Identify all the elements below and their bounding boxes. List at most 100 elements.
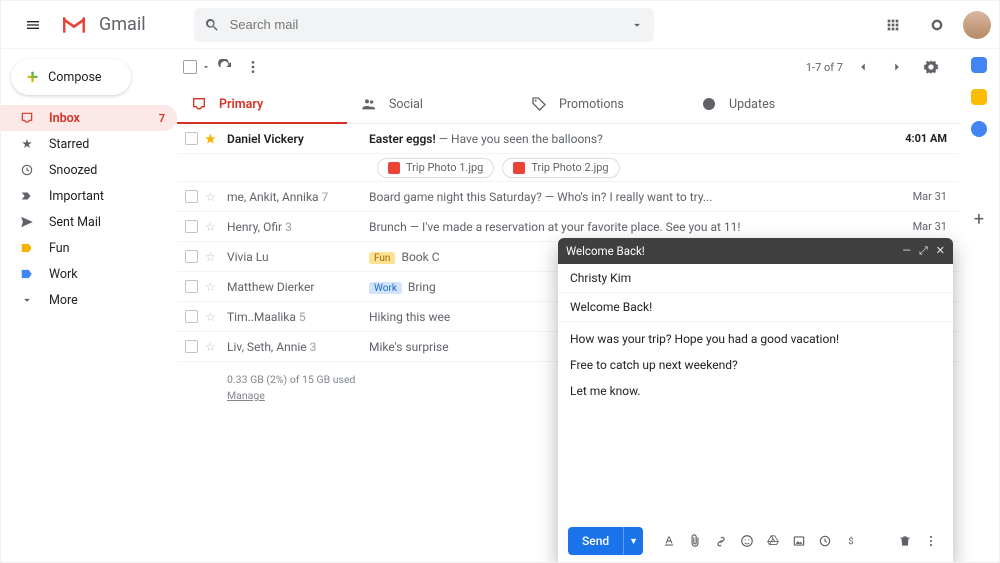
select-all-checkbox[interactable] <box>183 53 211 81</box>
row-checkbox[interactable] <box>177 340 205 353</box>
compose-header[interactable]: Welcome Back! — ⤢ ✕ <box>558 238 953 264</box>
search-input[interactable] <box>230 17 620 32</box>
email-row[interactable]: ☆me, Ankit, Annika 7Board game night thi… <box>177 182 959 212</box>
sidebar-item-label: More <box>49 293 78 308</box>
important-icon <box>19 189 35 203</box>
sidebar-item-sent[interactable]: Sent Mail <box>1 209 177 235</box>
account-avatar[interactable] <box>963 11 991 39</box>
sidebar-item-inbox[interactable]: Inbox 7 <box>1 105 177 131</box>
row-checkbox[interactable] <box>177 310 205 323</box>
star-button[interactable]: ★ <box>205 132 227 146</box>
row-checkbox[interactable] <box>177 280 205 293</box>
row-checkbox[interactable] <box>177 190 205 203</box>
page-info: 1-7 of 7 <box>806 61 843 74</box>
notifications-button[interactable] <box>919 7 955 43</box>
sidebar-item-important[interactable]: Important <box>1 183 177 209</box>
email-subject: Brunch <box>369 220 407 234</box>
email-from: Matthew Dierker <box>227 280 369 294</box>
star-button[interactable]: ☆ <box>205 250 227 264</box>
trash-icon <box>898 534 912 548</box>
link-button[interactable] <box>709 529 733 553</box>
expand-icon[interactable]: ⤢ <box>919 244 928 258</box>
attachment-chip[interactable]: Trip Photo 2.jpg <box>502 158 619 178</box>
minimize-icon[interactable]: — <box>902 244 911 258</box>
toolbar: 1-7 of 7 <box>177 49 959 85</box>
tab-updates[interactable]: Updates <box>687 85 857 123</box>
tab-primary[interactable]: Primary <box>177 85 347 123</box>
clock-icon <box>19 163 35 177</box>
star-button[interactable]: ☆ <box>205 280 227 294</box>
close-icon[interactable]: ✕ <box>936 244 945 258</box>
menu-icon <box>25 17 41 33</box>
calendar-addon[interactable] <box>971 57 987 73</box>
drive-icon <box>766 534 780 548</box>
emoji-button[interactable] <box>735 529 759 553</box>
hamburger-menu-button[interactable] <box>13 5 53 45</box>
sidebar-item-fun[interactable]: Fun <box>1 235 177 261</box>
settings-button[interactable] <box>917 53 945 81</box>
sidebar-item-snoozed[interactable]: Snoozed <box>1 157 177 183</box>
image-file-icon <box>513 162 525 174</box>
star-button[interactable]: ☆ <box>205 340 227 354</box>
row-checkbox[interactable] <box>177 250 205 263</box>
sidebar-item-work[interactable]: Work <box>1 261 177 287</box>
attachment-chip[interactable]: Trip Photo 1.jpg <box>377 158 494 178</box>
money-button[interactable]: $ <box>839 529 863 553</box>
refresh-icon <box>217 59 233 75</box>
search-bar[interactable] <box>194 8 654 42</box>
tasks-addon[interactable] <box>971 121 987 137</box>
star-button[interactable]: ☆ <box>205 310 227 324</box>
compose-more-button[interactable] <box>919 529 943 553</box>
compose-body-line: How was your trip? Hope you had a good v… <box>570 332 941 346</box>
next-page-button[interactable] <box>883 53 911 81</box>
app-name: Gmail <box>99 14 146 35</box>
get-addons-button[interactable]: + <box>974 209 984 230</box>
row-checkbox[interactable] <box>177 132 205 145</box>
sidebar-item-starred[interactable]: ★ Starred <box>1 131 177 157</box>
compose-to-field[interactable]: Christy Kim <box>558 264 953 293</box>
attach-button[interactable] <box>683 529 707 553</box>
confidential-button[interactable] <box>813 529 837 553</box>
compose-subject-field[interactable]: Welcome Back! <box>558 293 953 322</box>
row-checkbox[interactable] <box>177 220 205 233</box>
refresh-button[interactable] <box>211 53 239 81</box>
star-icon: ★ <box>19 136 35 152</box>
manage-storage-link[interactable]: Manage <box>227 389 265 402</box>
compose-body[interactable]: How was your trip? Hope you had a good v… <box>558 322 953 520</box>
sidebar-item-label: Sent Mail <box>49 215 101 230</box>
tab-social[interactable]: Social <box>347 85 517 123</box>
email-from: me, Ankit, Annika 7 <box>227 190 369 204</box>
gmail-logo <box>61 15 87 35</box>
tab-promotions[interactable]: Promotions <box>517 85 687 123</box>
google-apps-button[interactable] <box>875 7 911 43</box>
star-button[interactable]: ☆ <box>205 190 227 204</box>
email-row[interactable]: ★Daniel VickeryEaster eggs! — Have you s… <box>177 124 959 154</box>
sidebar-item-count: 7 <box>159 112 165 125</box>
star-button[interactable]: ☆ <box>205 220 227 234</box>
text-format-icon <box>662 534 676 548</box>
compose-button[interactable]: + Compose <box>11 59 131 95</box>
drive-button[interactable] <box>761 529 785 553</box>
attachment-row: Trip Photo 1.jpg Trip Photo 2.jpg <box>177 154 959 182</box>
email-from: Tim..Maalika 5 <box>227 310 369 324</box>
photo-button[interactable] <box>787 529 811 553</box>
more-button[interactable] <box>239 53 267 81</box>
search-dropdown-icon[interactable] <box>630 18 644 32</box>
sidebar-item-label: Work <box>49 267 78 282</box>
discard-button[interactable] <box>893 529 917 553</box>
send-button[interactable]: Send ▼ <box>568 527 643 555</box>
compose-label: Compose <box>48 70 101 85</box>
compose-title: Welcome Back! <box>566 244 645 258</box>
email-from: Liv, Seth, Annie 3 <box>227 340 369 354</box>
prev-page-button[interactable] <box>849 53 877 81</box>
apps-grid-icon <box>885 17 901 33</box>
keep-addon[interactable] <box>971 89 987 105</box>
send-options-dropdown[interactable]: ▼ <box>623 527 643 555</box>
attachment-icon <box>688 534 702 548</box>
compose-body-line: Free to catch up next weekend? <box>570 358 941 372</box>
formatting-button[interactable] <box>657 529 681 553</box>
email-label: Work <box>369 282 402 294</box>
tab-label: Primary <box>219 97 263 112</box>
email-date: 4:01 AM <box>895 132 947 145</box>
sidebar-item-more[interactable]: More <box>1 287 177 313</box>
